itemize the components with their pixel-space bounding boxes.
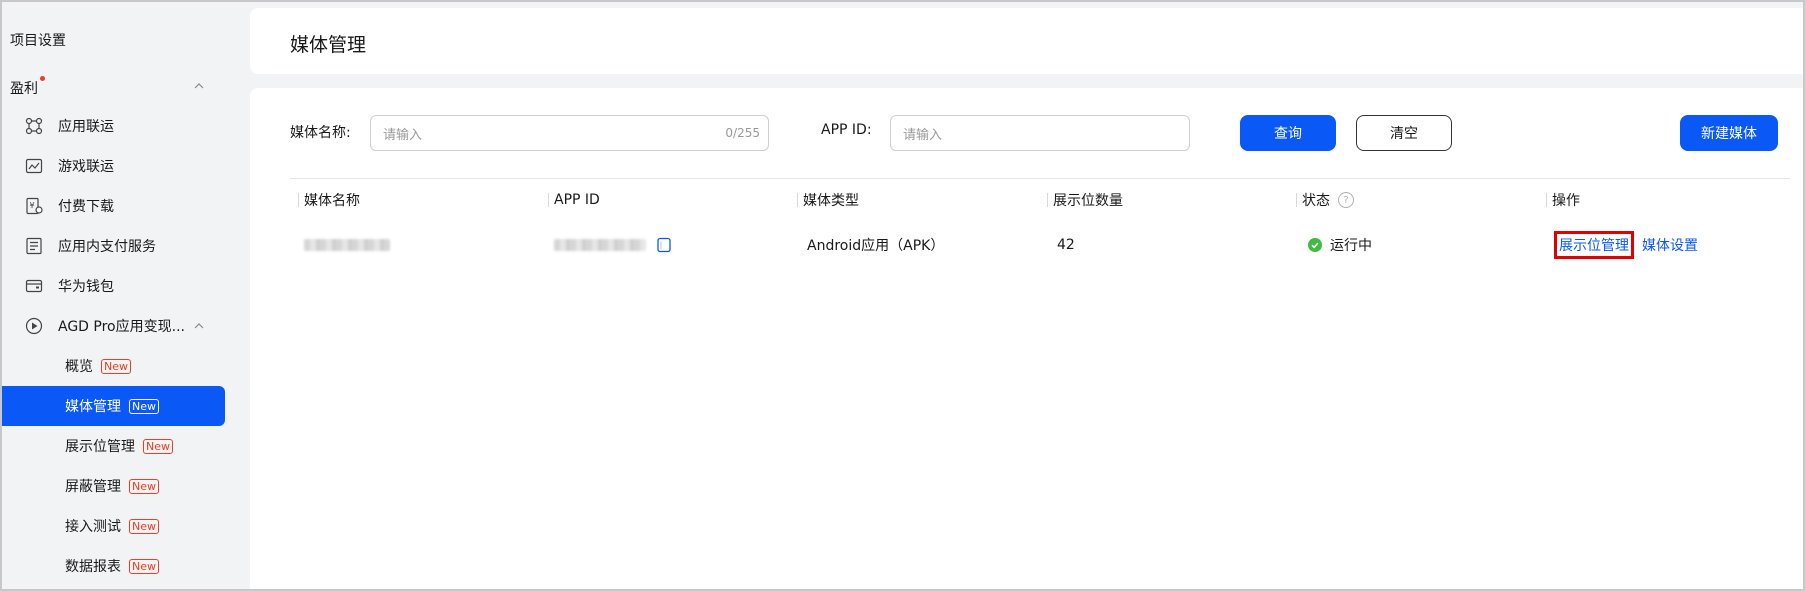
sidebar-subitem-block-management[interactable]: 屏蔽管理 New [2, 466, 224, 506]
sidebar-group-label: 盈利 [10, 81, 38, 97]
sidebar-item-label: 应用内支付服务 [58, 239, 156, 255]
actions-cell: 展示位管理 媒体设置 [1554, 220, 1698, 270]
sidebar-item-label: 应用联运 [58, 119, 114, 135]
media-name-input[interactable]: 请输入 0/255 [370, 115, 769, 151]
app-id-cell [554, 220, 672, 270]
status-text: 运行中 [1330, 238, 1372, 254]
sidebar-subitem-label: 数据报表 [65, 559, 121, 575]
sidebar-item-label: 付费下载 [58, 199, 114, 215]
column-header-media-type: 媒体类型 [797, 179, 859, 221]
page-title: 媒体管理 [290, 34, 367, 56]
new-media-button[interactable]: 新建媒体 [1680, 115, 1778, 151]
play-circle-icon [24, 316, 44, 336]
app-id-label: APP ID: [821, 122, 872, 138]
sidebar-item-agd-pro[interactable]: AGD Pro应用变现... [2, 306, 224, 346]
sidebar-subitem-data-report[interactable]: 数据报表 New [2, 546, 224, 586]
sidebar-subitem-media-management[interactable]: 媒体管理 New [2, 386, 225, 426]
sidebar-item-wallet[interactable]: 华为钱包 [2, 266, 224, 306]
clear-button[interactable]: 清空 [1356, 115, 1452, 151]
char-counter: 0/255 [725, 126, 760, 140]
media-type-cell: Android应用（APK） [807, 238, 945, 254]
app-network-icon [24, 116, 44, 136]
svg-text:¥: ¥ [30, 201, 35, 210]
sidebar-item-game-network[interactable]: 游戏联运 [2, 146, 224, 186]
column-header-status-label: 状态 [1302, 193, 1330, 209]
column-header-actions: 操作 [1546, 179, 1580, 221]
slot-management-link[interactable]: 展示位管理 [1554, 231, 1634, 259]
media-name-placeholder: 请输入 [383, 127, 423, 143]
chevron-up-icon[interactable] [194, 321, 204, 331]
status-cell: 运行中 [1308, 220, 1372, 270]
new-badge: New [129, 558, 159, 574]
sidebar-item-app-network[interactable]: 应用联运 [2, 106, 224, 146]
new-badge: New [129, 398, 159, 414]
redacted-app-id [554, 239, 646, 251]
app-id-input[interactable]: 请输入 [890, 115, 1190, 151]
paid-download-icon: ¥ [24, 196, 44, 216]
sidebar-subitem-slot-management[interactable]: 展示位管理 New [2, 426, 224, 466]
sidebar-item-label: AGD Pro应用变现... [58, 319, 185, 335]
media-name-cell [304, 220, 390, 270]
sidebar-subitem-label: 屏蔽管理 [65, 479, 121, 495]
column-header-status: 状态 ? [1296, 179, 1354, 221]
app-id-placeholder: 请输入 [903, 127, 943, 143]
copy-icon[interactable] [656, 237, 672, 253]
in-app-payment-icon [24, 236, 44, 256]
new-badge: New [101, 358, 131, 374]
wallet-icon [24, 276, 44, 296]
column-header-media-name: 媒体名称 [298, 179, 360, 221]
help-icon[interactable]: ? [1338, 192, 1354, 208]
sidebar-item-paid-download[interactable]: ¥ 付费下载 [2, 186, 224, 226]
chevron-up-icon[interactable] [194, 81, 204, 91]
table-row: Android应用（APK） 42 运行中 展示位管理 媒体设置 [290, 220, 1790, 270]
query-button[interactable]: 查询 [1240, 115, 1336, 151]
sidebar-subitem-label: 概览 [65, 359, 93, 375]
table-header: 媒体名称 APP ID 媒体类型 展示位数量 状态 ? 操作 [290, 178, 1790, 220]
new-badge: New [129, 518, 159, 534]
sidebar-subitem-label: 接入测试 [65, 519, 121, 535]
new-badge: New [143, 438, 173, 454]
sidebar-subitem-label: 媒体管理 [65, 399, 121, 415]
redacted-media-name [304, 239, 390, 251]
media-settings-link[interactable]: 媒体设置 [1642, 235, 1698, 255]
new-badge: New [129, 478, 159, 494]
sidebar: 项目设置 盈利 应用联运 游戏联运 ¥ 付费下载 应用内支付服务 华为钱包 AG… [2, 2, 250, 589]
page-header: 媒体管理 [250, 8, 1803, 74]
content-panel: 媒体名称: 请输入 0/255 APP ID: 请输入 查询 清空 新建媒体 媒… [250, 88, 1803, 589]
sidebar-item-label: 华为钱包 [58, 279, 114, 295]
sidebar-group-profit[interactable]: 盈利 [10, 76, 45, 98]
game-network-icon [24, 156, 44, 176]
check-circle-icon [1308, 238, 1322, 252]
sidebar-title[interactable]: 项目设置 [10, 30, 66, 50]
sidebar-item-label: 游戏联运 [58, 159, 114, 175]
sidebar-subitem-integration-test[interactable]: 接入测试 New [2, 506, 224, 546]
notification-dot [40, 76, 45, 81]
sidebar-item-in-app-payment[interactable]: 应用内支付服务 [2, 226, 224, 266]
sidebar-subitem-overview[interactable]: 概览 New [2, 346, 224, 386]
slot-count-cell: 42 [1057, 237, 1075, 253]
column-header-slot-count: 展示位数量 [1047, 179, 1123, 221]
sidebar-subitem-label: 展示位管理 [65, 439, 135, 455]
media-name-label: 媒体名称: [290, 125, 351, 141]
column-header-app-id: APP ID [548, 179, 600, 221]
